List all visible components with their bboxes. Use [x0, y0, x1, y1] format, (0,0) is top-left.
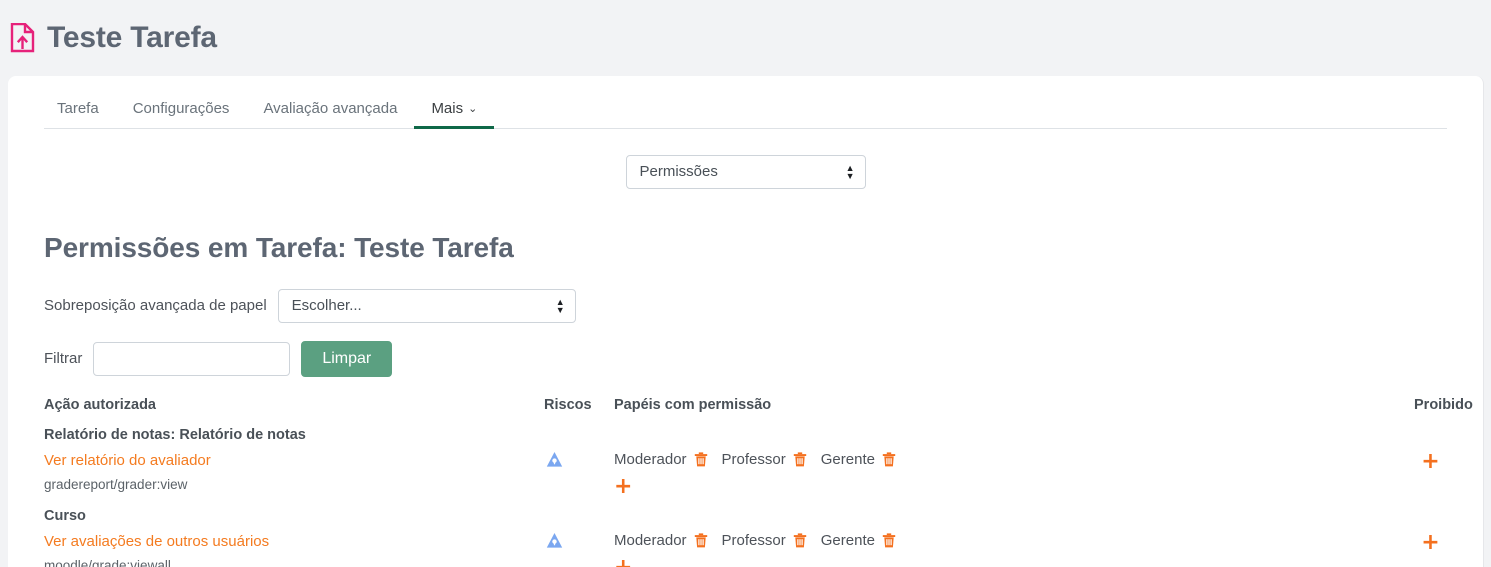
role-chip: Gerente [821, 451, 896, 469]
role-name: Moderador [614, 450, 687, 468]
role-name: Moderador [614, 531, 687, 549]
role-chip: Moderador [614, 451, 708, 469]
table-section-row: Relatório de notas: Relatório de notas [44, 423, 1447, 450]
roles-cell: Moderador Professor [614, 450, 1414, 504]
jump-to-select-wrapper: Permissões ▲ ▼ [625, 155, 866, 189]
header-inner: Teste Tarefa [8, 23, 217, 53]
delete-icon[interactable] [694, 533, 708, 548]
table-row: Ver relatório do avaliador gradereport/g… [44, 450, 1447, 504]
role-name: Gerente [820, 450, 875, 468]
filter-label: Filtrar [44, 350, 83, 368]
capability-link[interactable]: Ver avaliações de outros usuários [44, 532, 544, 552]
capability-id: moodle/grade:viewall [44, 557, 171, 567]
roles-cell: Moderador Professor [614, 531, 1414, 567]
role-list: Moderador Professor Gerente [614, 451, 1414, 469]
page-header: Teste Tarefa [0, 0, 1491, 76]
add-forbid-icon[interactable]: + [1421, 531, 1439, 554]
page-heading: Permissões em Tarefa: Teste Tarefa [44, 232, 514, 263]
add-forbid-icon[interactable]: + [1421, 450, 1439, 473]
advanced-role-override-row: Sobreposição avançada de papel Escolher.… [44, 288, 1447, 323]
content-card: Tarefa Configurações Avaliação avançada … [8, 76, 1484, 567]
tab-label: Configurações [132, 100, 230, 117]
capability-cell: Ver relatório do avaliador gradereport/g… [44, 450, 544, 504]
risk-cell [544, 531, 614, 567]
role-name: Professor [721, 531, 786, 549]
delete-icon[interactable] [882, 452, 896, 467]
section-label: Relatório de notas: Relatório de notas [44, 426, 306, 443]
filter-input[interactable] [93, 341, 291, 376]
role-chip: Gerente [821, 532, 896, 550]
role-chip: Moderador [614, 532, 708, 550]
advanced-role-override-select-wrapper: Escolher... ▲ ▼ [277, 288, 576, 323]
capability-link[interactable]: Ver relatório do avaliador [44, 451, 544, 471]
jump-to-row: Permissões ▲ ▼ [44, 129, 1447, 189]
tab-tarefa[interactable]: Tarefa [44, 101, 116, 128]
delete-icon[interactable] [793, 452, 807, 467]
advanced-role-override-select[interactable]: Escolher... [277, 288, 576, 323]
jump-to-select[interactable]: Permissões [625, 155, 866, 189]
activity-tab-bar: Tarefa Configurações Avaliação avançada … [44, 76, 1447, 129]
permissions-table-body: Relatório de notas: Relatório de notas V… [44, 423, 1447, 567]
delete-icon[interactable] [793, 533, 807, 548]
table-header-row: Ação autorizada Riscos Papéis com permis… [44, 396, 1473, 423]
header-risks: Riscos [544, 396, 592, 413]
advanced-role-override-label: Sobreposição avançada de papel [44, 297, 267, 315]
tab-mais[interactable]: Mais ⌄ [414, 100, 495, 129]
role-chip: Professor [722, 532, 807, 550]
tab-configuracoes[interactable]: Configurações [116, 101, 247, 128]
clear-filter-button[interactable]: Limpar [301, 340, 393, 377]
capability-cell: Ver avaliações de outros usuários moodle… [44, 531, 544, 567]
risk-cell [544, 450, 614, 504]
header-action: Ação autorizada [44, 396, 156, 413]
tab-label: Mais [431, 100, 464, 117]
table-row: Ver avaliações de outros usuários moodle… [44, 531, 1447, 567]
tab-avaliacao-avancada[interactable]: Avaliação avançada [246, 101, 414, 128]
table-section-row: Curso [44, 504, 1447, 531]
forbid-cell: + [1414, 531, 1447, 567]
page-title: Teste Tarefa [47, 21, 217, 54]
assignment-upload-icon [10, 23, 35, 53]
tab-label: Avaliação avançada [263, 100, 398, 117]
add-role-icon[interactable]: + [614, 475, 632, 498]
header-roles: Papéis com permissão [614, 396, 772, 413]
role-name: Gerente [820, 531, 875, 549]
role-name: Professor [721, 450, 786, 468]
header-forbidden: Proibido [1414, 396, 1473, 413]
permissions-table-head: Ação autorizada Riscos Papéis com permis… [44, 396, 1473, 423]
add-role-icon[interactable]: + [614, 556, 632, 567]
role-list: Moderador Professor Gerente [614, 532, 1414, 550]
chevron-down-icon: ⌄ [468, 103, 478, 115]
permissions-table: Ação autorizada Riscos Papéis com permis… [44, 396, 1473, 567]
risk-personal-icon[interactable] [546, 532, 563, 549]
risk-personal-icon[interactable] [546, 451, 563, 468]
delete-icon[interactable] [882, 533, 896, 548]
forbid-cell: + [1414, 450, 1447, 504]
add-role-line: + [614, 472, 1414, 498]
tab-label: Tarefa [57, 100, 99, 117]
section-label: Curso [44, 507, 86, 524]
delete-icon[interactable] [694, 452, 708, 467]
filter-row: Filtrar Limpar [44, 340, 1447, 377]
role-chip: Professor [722, 451, 807, 469]
add-role-line: + [614, 553, 1414, 567]
capability-id: gradereport/grader:view [44, 476, 188, 492]
